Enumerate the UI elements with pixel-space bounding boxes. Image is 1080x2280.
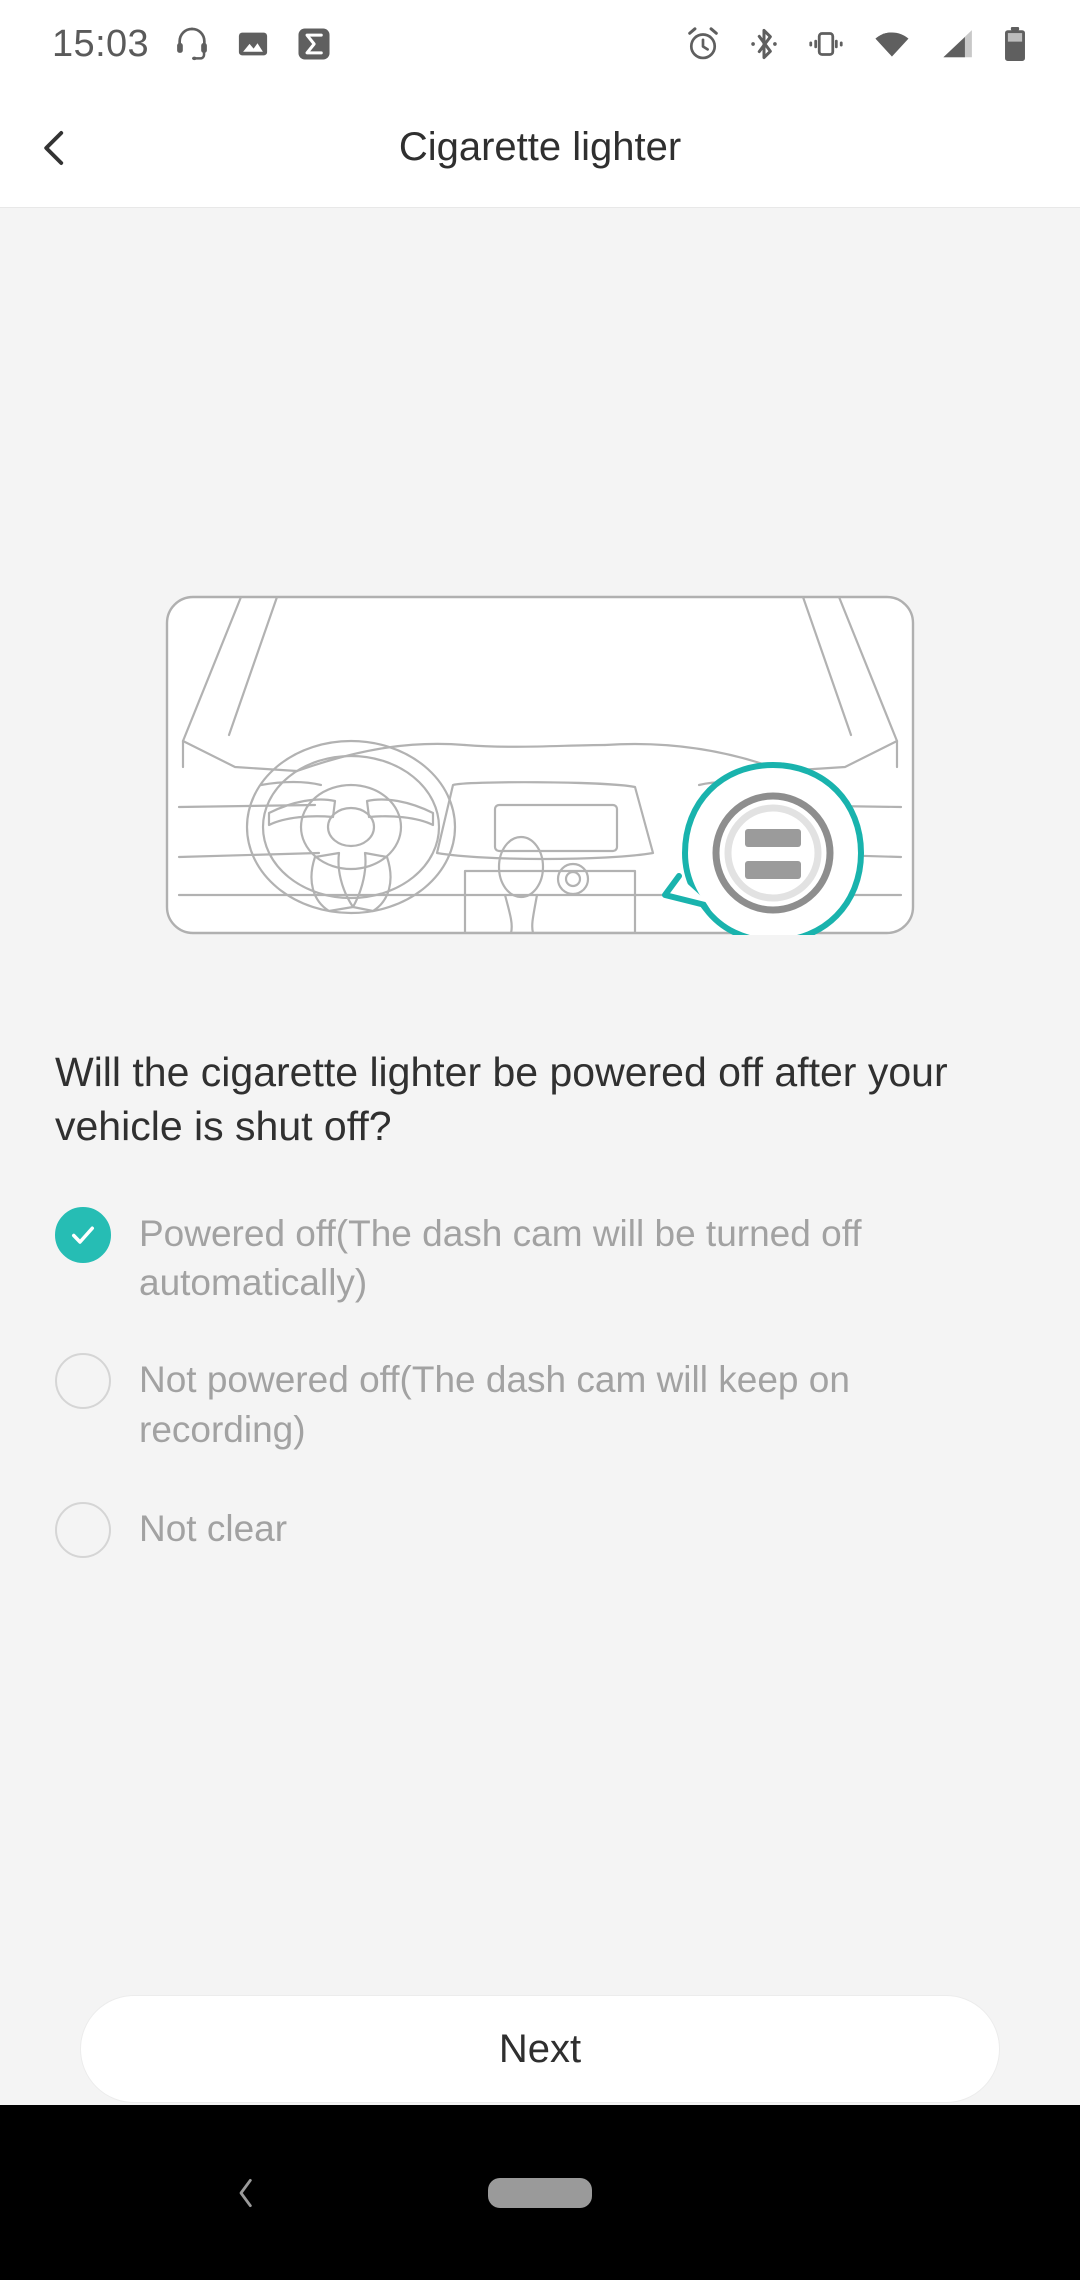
system-navigation-bar	[0, 2105, 1080, 2280]
radio-unselected-icon[interactable]	[55, 1353, 111, 1410]
status-bar-right	[684, 25, 1050, 63]
nav-home-indicator[interactable]	[488, 2177, 592, 2208]
check-icon	[72, 1226, 94, 1244]
app-screen: 15:03 Cigarette lighter Will the cigaret…	[0, 0, 1080, 2280]
car-dashboard-illustration	[165, 595, 915, 935]
next-button[interactable]: Next	[80, 1995, 1000, 2103]
alarm-icon	[688, 27, 718, 60]
chevron-left-icon	[239, 2178, 252, 2207]
nav-back-button[interactable]	[206, 2153, 286, 2233]
status-bar-clock: 15:03	[52, 22, 150, 65]
sigma-icon	[298, 28, 330, 60]
page-title: Cigarette lighter	[398, 125, 682, 169]
status-bar: 15:03	[0, 0, 1080, 88]
cellular-signal-icon	[943, 30, 972, 58]
option-label: Not clear	[139, 1507, 288, 1549]
question-text: Will the cigarette lighter be powered of…	[55, 1049, 948, 1150]
vibrate-icon	[809, 32, 843, 56]
photo-icon	[238, 32, 268, 56]
wifi-icon	[875, 32, 909, 57]
status-bar-left: 15:03	[52, 23, 333, 66]
app-header: Cigarette lighter	[0, 88, 1080, 208]
battery-icon	[1005, 27, 1025, 61]
options-list: Powered off(The dash cam will be turned …	[0, 1205, 1080, 1558]
illustration-container	[0, 595, 1080, 935]
back-button[interactable]	[0, 88, 110, 208]
option-not-clear[interactable]: Not clear	[0, 1500, 1080, 1558]
radio-selected-icon[interactable]	[55, 1207, 111, 1263]
radio-unselected-icon[interactable]	[55, 1501, 111, 1558]
option-not-powered-off[interactable]: Not powered off(The dash cam will keep o…	[0, 1351, 1080, 1453]
option-label: Not powered off(The dash cam will keep o…	[139, 1359, 850, 1450]
chevron-left-icon	[44, 130, 64, 165]
option-label: Powered off(The dash cam will be turned …	[139, 1213, 862, 1304]
bluetooth-icon	[751, 28, 777, 60]
headset-icon	[177, 27, 207, 61]
option-powered-off[interactable]: Powered off(The dash cam will be turned …	[0, 1205, 1080, 1307]
